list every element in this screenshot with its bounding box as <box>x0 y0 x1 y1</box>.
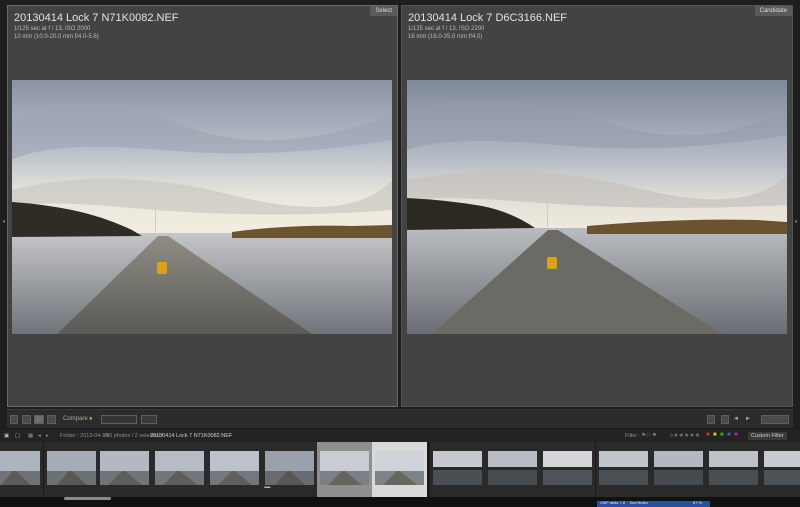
filmstrip-thumb[interactable] <box>152 442 207 497</box>
filmstrip[interactable]: ••••• <box>0 442 800 497</box>
filmstrip-thumb[interactable] <box>207 442 262 497</box>
forward-arrow-icon[interactable]: ▸ <box>46 432 49 440</box>
filmstrip-header: ▣ ▢ ▦ ◂ ▸ Folder : 2013-04-14 230 photos… <box>0 430 800 442</box>
compare-toolbar: Compare : ● ◄ ► <box>7 409 793 428</box>
select-photo[interactable] <box>12 80 392 334</box>
filmstrip-thumb[interactable] <box>485 442 540 497</box>
bottom-bar: XMP delta 7.8 Tool Notes 87 % <box>0 497 800 507</box>
filmstrip-thumb[interactable] <box>430 442 485 497</box>
loupe-view-button[interactable] <box>22 415 31 424</box>
swap-button[interactable] <box>707 415 715 424</box>
right-edge-arrow[interactable]: ▸ <box>795 218 798 225</box>
filmstrip-thumb-candidate[interactable] <box>317 442 372 497</box>
filmstrip-thumb[interactable] <box>44 442 99 497</box>
status-middle: Tool Notes <box>629 500 648 505</box>
next-arrow-icon[interactable]: ► <box>745 415 751 424</box>
compare-view-button[interactable] <box>34 415 44 424</box>
filter-preset-select[interactable]: Custom Filter <box>748 432 787 440</box>
select-filename: 20130414 Lock 7 N71K0082.NEF <box>14 12 179 24</box>
done-button[interactable] <box>761 415 789 424</box>
select-tag: Select <box>370 6 397 16</box>
candidate-panel[interactable]: Candidate 20130414 Lock 7 D6C3166.NEF 1/… <box>401 5 798 407</box>
make-select-button[interactable] <box>721 415 729 424</box>
color-filter-blue-icon[interactable]: ■ <box>727 432 731 438</box>
select-panel[interactable]: Select 20130414 Lock 7 N71K0082.NEF 1/12… <box>2 5 398 407</box>
candidate-filename: 20130414 Lock 7 D6C3166.NEF <box>408 12 567 24</box>
filmstrip-thumb[interactable] <box>540 442 595 497</box>
star-filter-icon[interactable]: ≥★★★★★ <box>670 432 700 439</box>
filmstrip-thumb[interactable] <box>651 442 706 497</box>
left-edge-arrow[interactable]: ◂ <box>2 218 5 225</box>
color-filter-purple-icon[interactable]: ■ <box>734 432 738 438</box>
survey-view-button[interactable] <box>47 415 56 424</box>
status-strip: XMP delta 7.8 Tool Notes 87 % <box>597 500 710 507</box>
candidate-info: 20130414 Lock 7 D6C3166.NEF 1/125 sec at… <box>408 12 567 41</box>
grid-icon[interactable]: ▦ <box>28 432 33 440</box>
select-exposure: 1/125 sec at f / 13, ISO 2000 <box>14 26 91 32</box>
candidate-lens: 16 mm (16.0-35.0 mm f/4.0) <box>408 34 483 40</box>
color-filter-yellow-icon[interactable]: ■ <box>713 432 717 438</box>
filmstrip-thumb[interactable]: ••••• <box>262 442 317 497</box>
status-left: XMP delta 7.8 <box>600 500 626 505</box>
rating-dots: ••••• <box>264 485 271 491</box>
monitor-one-icon[interactable]: ▣ <box>4 432 9 440</box>
filmstrip-thumb[interactable] <box>596 442 651 497</box>
filmstrip-thumb[interactable] <box>761 442 800 497</box>
prev-arrow-icon[interactable]: ◄ <box>733 415 739 424</box>
color-filter-green-icon[interactable]: ■ <box>720 432 724 438</box>
flag-filter-icon[interactable]: ⚑⚐⚑ <box>641 432 657 439</box>
filmstrip-thumb-select[interactable] <box>372 442 427 497</box>
color-filter-icon[interactable]: ■ <box>706 432 710 438</box>
filmstrip-thumb[interactable] <box>97 442 152 497</box>
monitor-two-icon[interactable]: ▢ <box>15 432 20 440</box>
select-lens: 10 mm (10.0-20.0 mm f/4.0-5.6) <box>14 34 99 40</box>
folder-breadcrumb[interactable]: Folder : 2013-04-14 <box>60 432 108 440</box>
candidate-photo[interactable] <box>407 80 787 334</box>
lock-icon[interactable]: ● <box>89 415 93 424</box>
filmstrip-thumb[interactable] <box>706 442 761 497</box>
filmstrip-scrollbar[interactable] <box>64 497 111 500</box>
current-file[interactable]: 20130414 Lock 7 N71K0082.NEF <box>150 432 232 440</box>
back-arrow-icon[interactable]: ◂ <box>38 432 41 440</box>
select-info: 20130414 Lock 7 N71K0082.NEF 1/125 sec a… <box>14 12 179 41</box>
compare-label: Compare : <box>63 416 92 422</box>
candidate-tag: Candidate <box>754 6 792 16</box>
status-right: 87 % <box>693 500 703 505</box>
filmstrip-thumb[interactable] <box>0 442 43 497</box>
grid-view-button[interactable] <box>10 415 18 424</box>
filter-label: Filter : <box>625 433 641 439</box>
candidate-exposure: 1/125 sec at f / 13, ISO 2200 <box>408 26 485 32</box>
sync-button[interactable] <box>141 415 157 424</box>
zoom-slider[interactable] <box>101 415 137 424</box>
